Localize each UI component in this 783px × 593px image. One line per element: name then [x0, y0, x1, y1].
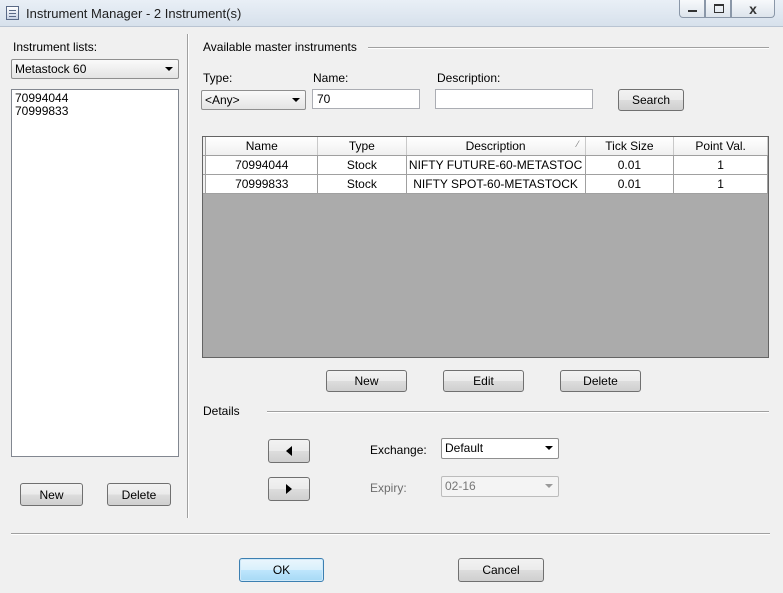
- minimize-icon[interactable]: [679, 0, 705, 18]
- details-section-divider: [267, 411, 769, 413]
- cell-description: NIFTY SPOT-60-METASTOCK: [406, 174, 586, 194]
- description-input-field[interactable]: [436, 90, 592, 108]
- name-input-field[interactable]: [313, 90, 419, 108]
- cell-name: 70994044: [205, 155, 319, 175]
- vertical-divider: [187, 34, 189, 518]
- arrow-left-icon: [286, 446, 292, 456]
- move-left-button[interactable]: [268, 439, 310, 463]
- instrument-lists-label: Instrument lists:: [13, 40, 98, 54]
- details-section-label: Details: [203, 404, 240, 418]
- instrument-listbox[interactable]: 70994044 70999833: [11, 89, 179, 457]
- instruments-grid[interactable]: Name Type Description ⁄ Tick Size Point V…: [202, 136, 769, 358]
- cell-type: Stock: [317, 155, 407, 175]
- chevron-down-icon: [165, 67, 173, 71]
- arrow-right-icon: [286, 484, 292, 494]
- column-header-tick-size[interactable]: Tick Size: [585, 137, 675, 156]
- close-icon[interactable]: x: [731, 0, 775, 18]
- expiry-label: Expiry:: [370, 481, 407, 495]
- column-header-point-value[interactable]: Point Val.: [673, 137, 768, 156]
- master-delete-button[interactable]: Delete: [560, 370, 641, 392]
- type-label: Type:: [203, 71, 233, 85]
- window-title: Instrument Manager - 2 Instrument(s): [26, 6, 242, 21]
- description-input[interactable]: [435, 89, 593, 109]
- chevron-down-icon: [292, 98, 300, 102]
- list-new-button[interactable]: New: [20, 483, 83, 506]
- column-header-description[interactable]: Description ⁄: [406, 137, 586, 156]
- ok-button[interactable]: OK: [239, 558, 324, 582]
- cell-tick-size: 0.01: [585, 174, 675, 194]
- exchange-dropdown[interactable]: Default: [441, 438, 559, 459]
- master-section-divider: [368, 47, 769, 49]
- master-new-button[interactable]: New: [326, 370, 407, 392]
- cell-point-value: 1: [673, 155, 768, 175]
- cell-name: 70999833: [205, 174, 319, 194]
- list-delete-button[interactable]: Delete: [107, 483, 171, 506]
- cancel-button[interactable]: Cancel: [458, 558, 544, 582]
- search-button[interactable]: Search: [618, 89, 684, 111]
- cell-tick-size: 0.01: [585, 155, 675, 175]
- table-row[interactable]: 70999833 Stock NIFTY SPOT-60-METASTOCK 0…: [203, 174, 768, 194]
- maximize-icon[interactable]: [705, 0, 731, 18]
- app-icon: [6, 6, 19, 20]
- cell-point-value: 1: [673, 174, 768, 194]
- table-row[interactable]: 70994044 Stock NIFTY FUTURE-60-METASTOC …: [203, 155, 768, 175]
- grid-header-row: Name Type Description ⁄ Tick Size Point V…: [203, 137, 768, 156]
- list-item[interactable]: 70999833: [12, 105, 178, 118]
- expiry-value: 02-16: [445, 479, 476, 493]
- instrument-list-value: Metastock 60: [15, 62, 87, 76]
- column-header-type[interactable]: Type: [317, 137, 407, 156]
- master-edit-button[interactable]: Edit: [443, 370, 524, 392]
- instrument-list-dropdown[interactable]: Metastock 60: [11, 59, 179, 79]
- exchange-value: Default: [445, 441, 484, 455]
- expiry-dropdown: 02-16: [441, 476, 559, 497]
- type-dropdown[interactable]: <Any>: [201, 90, 306, 110]
- exchange-label: Exchange:: [370, 443, 427, 457]
- column-header-name[interactable]: Name: [205, 137, 319, 156]
- close-glyph: x: [749, 1, 757, 17]
- move-right-button[interactable]: [268, 477, 310, 501]
- chevron-down-icon: [545, 446, 553, 450]
- cell-type: Stock: [317, 174, 407, 194]
- name-label: Name:: [313, 71, 349, 85]
- footer-divider: [11, 533, 770, 535]
- description-label: Description:: [437, 71, 501, 85]
- chevron-down-icon: [545, 484, 553, 488]
- type-value: <Any>: [205, 93, 240, 107]
- master-section-label: Available master instruments: [203, 40, 357, 54]
- sort-indicator-icon: ⁄: [577, 139, 579, 149]
- name-input[interactable]: [312, 89, 420, 109]
- column-header-description-label: Description: [465, 139, 526, 153]
- cell-description: NIFTY FUTURE-60-METASTOC: [406, 155, 586, 175]
